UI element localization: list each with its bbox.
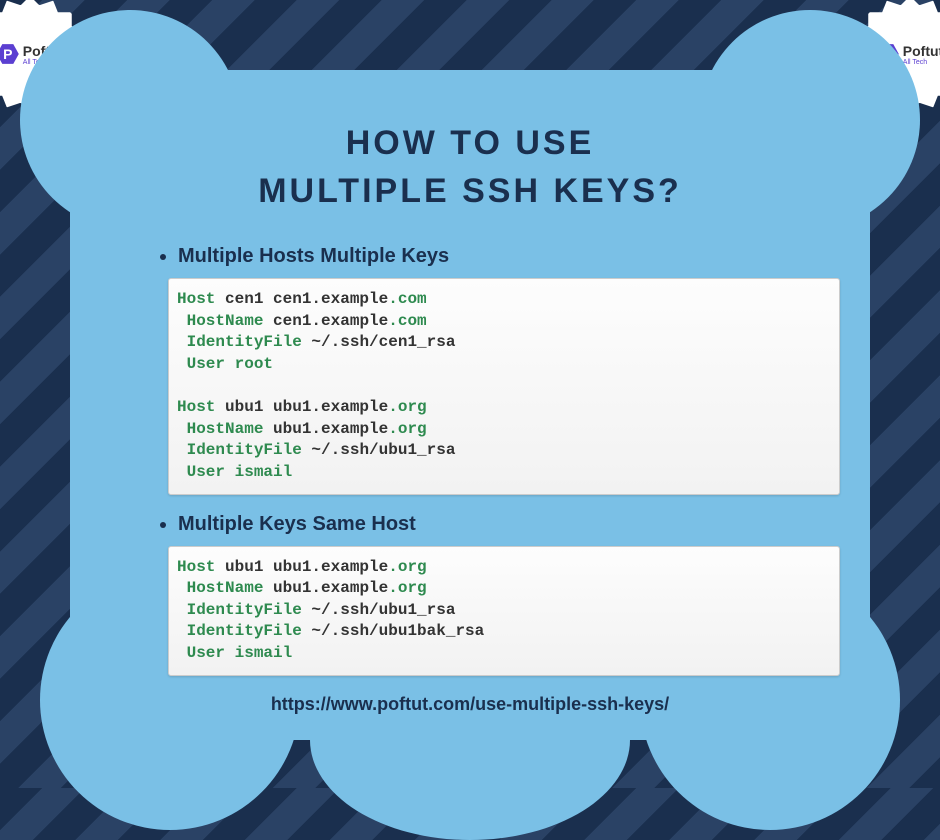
code-domain: .com <box>388 312 426 330</box>
title-line2: MULTIPLE SSH KEYS? <box>120 168 820 216</box>
code-kw: HostName <box>177 312 263 330</box>
code-domain: .org <box>388 579 426 597</box>
code-kw: Host <box>177 558 215 576</box>
code-text: ubu1.example <box>263 579 388 597</box>
section-1-title: Multiple Hosts Multiple Keys <box>178 245 449 267</box>
code-text: root <box>225 355 273 373</box>
logo-title: Poftut <box>903 43 940 59</box>
section-1-heading: Multiple Hosts Multiple Keys Host cen1 c… <box>178 245 820 494</box>
code-kw: User <box>177 644 225 662</box>
code-text: cen1.example <box>263 312 388 330</box>
code-domain: .org <box>388 398 426 416</box>
code-kw: User <box>177 463 225 481</box>
logo-hex-icon: P <box>0 43 19 65</box>
code-text: ismail <box>225 644 292 662</box>
logo-text-group: Poftut All Tech <box>903 43 940 66</box>
code-kw: IdentityFile <box>177 601 302 619</box>
code-text: ubu1.example <box>263 420 388 438</box>
code-kw: Host <box>177 398 215 416</box>
code-kw: User <box>177 355 225 373</box>
code-kw: Host <box>177 290 215 308</box>
code-text: cen1 cen1.example <box>215 290 388 308</box>
logo-glyph: P <box>3 46 12 62</box>
code-block-2: Host ubu1 ubu1.example.org HostName ubu1… <box>168 546 840 676</box>
code-domain: .org <box>388 420 426 438</box>
code-text: ubu1 ubu1.example <box>215 398 388 416</box>
source-url: https://www.poftut.com/use-multiple-ssh-… <box>120 694 820 715</box>
code-block-1: Host cen1 cen1.example.com HostName cen1… <box>168 278 840 494</box>
code-text: ismail <box>225 463 292 481</box>
title-line1: HOW TO USE <box>120 120 820 168</box>
code-blank <box>177 377 187 395</box>
page-title: HOW TO USE MULTIPLE SSH KEYS? <box>120 120 820 215</box>
code-text: ~/.ssh/ubu1bak_rsa <box>302 622 484 640</box>
section-2-title: Multiple Keys Same Host <box>178 513 416 535</box>
code-domain: .com <box>388 290 426 308</box>
code-text: ubu1 ubu1.example <box>215 558 388 576</box>
logo-subtitle: All Tech <box>903 59 940 66</box>
code-text: ~/.ssh/ubu1_rsa <box>302 601 456 619</box>
code-text: ~/.ssh/cen1_rsa <box>302 333 456 351</box>
code-kw: HostName <box>177 420 263 438</box>
code-domain: .org <box>388 558 426 576</box>
code-kw: IdentityFile <box>177 441 302 459</box>
content-body: Multiple Hosts Multiple Keys Host cen1 c… <box>120 245 820 675</box>
section-list: Multiple Hosts Multiple Keys Host cen1 c… <box>160 245 820 675</box>
content-card: HOW TO USE MULTIPLE SSH KEYS? Multiple H… <box>70 70 870 740</box>
code-text: ~/.ssh/ubu1_rsa <box>302 441 456 459</box>
code-kw: HostName <box>177 579 263 597</box>
code-kw: IdentityFile <box>177 333 302 351</box>
code-kw: IdentityFile <box>177 622 302 640</box>
section-2-heading: Multiple Keys Same Host Host ubu1 ubu1.e… <box>178 513 820 676</box>
